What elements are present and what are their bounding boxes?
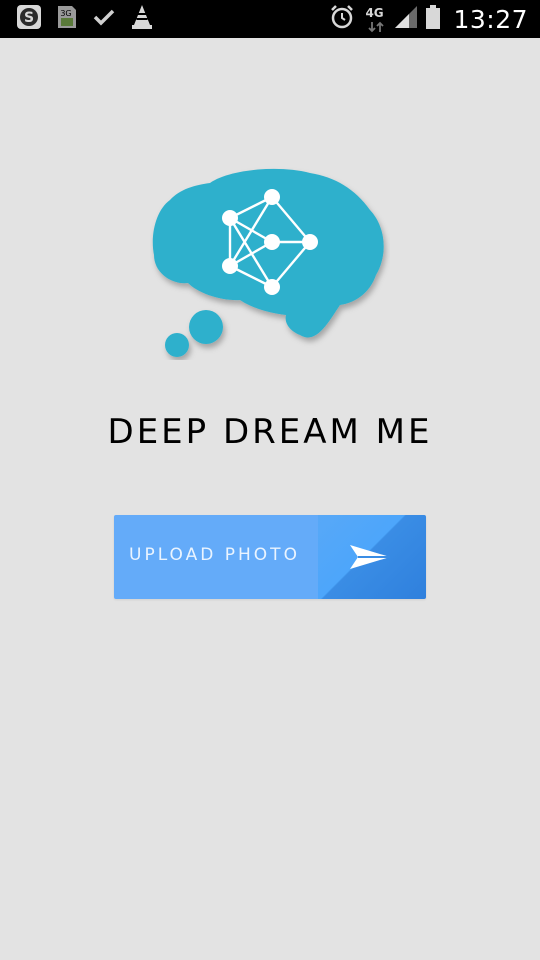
alarm-icon xyxy=(329,4,355,34)
svg-text:3G: 3G xyxy=(60,9,71,18)
send-icon xyxy=(348,543,392,575)
clock: 13:27 xyxy=(453,4,528,34)
system-icons: 4G 13:27 xyxy=(329,0,528,38)
upload-button-icon-area[interactable] xyxy=(318,515,426,599)
upload-photo-button[interactable]: UPLOAD PHOTO xyxy=(114,515,426,599)
4g-data-icon: 4G xyxy=(365,4,389,34)
svg-text:S: S xyxy=(24,10,34,26)
upload-button-body[interactable]: UPLOAD PHOTO xyxy=(114,515,318,599)
network-type-label: 4G xyxy=(365,6,384,20)
notification-icons: S 3G xyxy=(16,4,168,34)
3g-sim-icon: 3G xyxy=(56,5,78,33)
brain-network-logo xyxy=(150,165,390,360)
status-bar: S 3G 4G 13:27 xyxy=(0,0,540,38)
app-title: DEEP DREAM ME xyxy=(107,412,433,452)
checkmark-icon xyxy=(92,7,116,31)
upload-button-label: UPLOAD PHOTO xyxy=(129,545,300,565)
vlc-icon xyxy=(130,4,154,34)
skype-icon: S xyxy=(16,4,42,34)
battery-icon xyxy=(425,4,441,34)
signal-icon xyxy=(393,4,419,34)
